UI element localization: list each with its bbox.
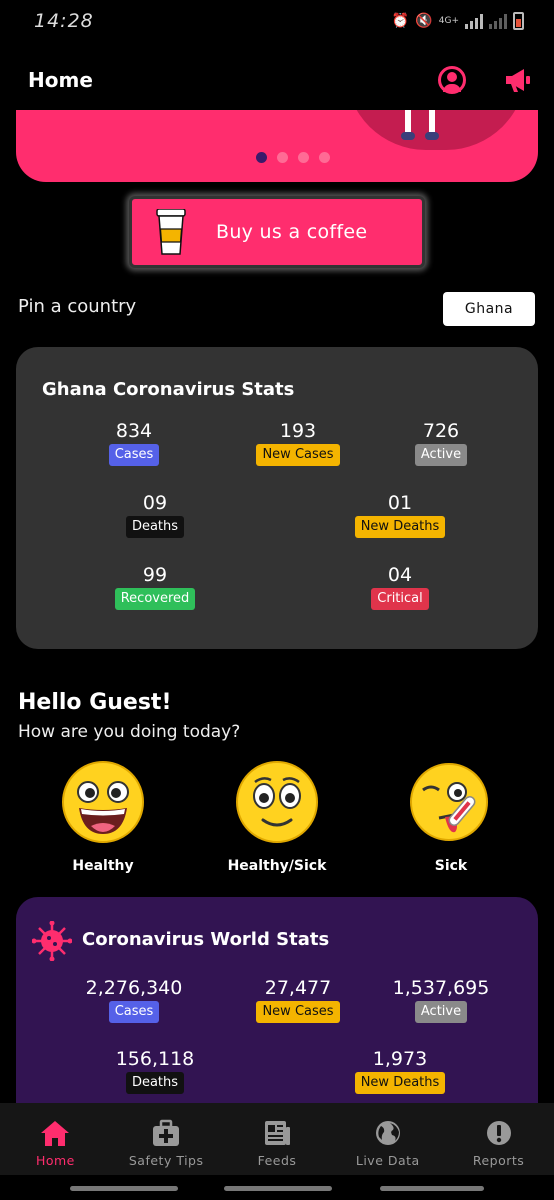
mute-icon: 🔇 — [415, 13, 433, 29]
stat-recovered: 99 Recovered — [95, 564, 215, 610]
world-stat-new-cases: 27,477 New Cases — [238, 977, 358, 1023]
country-stats-title: Ghana Coronavirus Stats — [42, 379, 295, 400]
stat-active: 726 Active — [381, 420, 501, 466]
nav-feeds[interactable]: Feeds — [222, 1103, 333, 1175]
banner-figure — [401, 110, 441, 140]
world-stats-title: Coronavirus World Stats — [82, 929, 330, 950]
carousel-dots — [256, 152, 330, 163]
stat-cases: 834 Cases — [74, 420, 194, 466]
banner-carousel[interactable] — [16, 110, 538, 182]
stat-value: 1,973 — [372, 1048, 428, 1070]
stat-value: 2,276,340 — [85, 977, 183, 999]
laughing-face-icon — [62, 761, 144, 843]
app-bar: Home — [0, 56, 554, 106]
nav-label: Live Data — [355, 1153, 420, 1168]
stat-deaths: 09 Deaths — [95, 492, 215, 538]
buy-coffee-label: Buy us a coffee — [216, 221, 368, 243]
world-stat-new-deaths: 1,973 New Deaths — [340, 1048, 460, 1094]
home-icon — [41, 1121, 70, 1146]
system-nav-home[interactable] — [224, 1186, 332, 1191]
status-time: 14:28 — [34, 10, 94, 32]
nav-label: Reports — [472, 1153, 525, 1168]
nav-label: Home — [35, 1153, 75, 1168]
signal-icon — [465, 13, 483, 29]
world-stat-deaths: 156,118 Deaths — [95, 1048, 215, 1094]
stat-badge: New Deaths — [354, 1072, 446, 1094]
newspaper-icon — [264, 1121, 290, 1145]
stat-critical: 04 Critical — [340, 564, 460, 610]
status-bar: 14:28 ⏰ 🔇 4G+ — [0, 0, 554, 44]
nav-safety-tips[interactable]: Safety Tips — [111, 1103, 222, 1175]
stat-value: 156,118 — [115, 1048, 195, 1070]
profile-icon[interactable] — [438, 66, 466, 94]
stat-badge: Cases — [108, 444, 160, 466]
stat-badge: New Cases — [256, 444, 340, 466]
carousel-dot[interactable] — [256, 152, 267, 163]
buy-coffee-button[interactable]: Buy us a coffee — [129, 196, 425, 268]
coffee-cup-icon — [156, 209, 186, 255]
stat-value: 04 — [387, 564, 413, 586]
mood-label: Sick — [434, 858, 468, 874]
nav-reports[interactable]: Reports — [443, 1103, 554, 1175]
stat-badge: Recovered — [114, 588, 196, 610]
stat-badge: Active — [414, 1001, 468, 1023]
mood-healthy-sick-button[interactable]: Healthy/Sick — [207, 760, 347, 874]
stat-value: 834 — [115, 420, 153, 442]
stat-badge: Deaths — [125, 1072, 185, 1094]
mood-label: Healthy/Sick — [227, 858, 327, 874]
battery-icon — [513, 12, 524, 30]
signal-2-icon — [489, 13, 507, 29]
first-aid-icon — [153, 1119, 180, 1146]
carousel-dot[interactable] — [319, 152, 330, 163]
globe-icon — [375, 1121, 400, 1145]
stat-badge: Deaths — [125, 516, 185, 538]
world-stats-card: Coronavirus World Stats 2,276,340 Cases … — [16, 897, 538, 1117]
nav-home[interactable]: Home — [0, 1103, 111, 1175]
mood-sick-button[interactable]: Sick — [381, 760, 521, 874]
stat-value: 27,477 — [264, 977, 332, 999]
world-stat-cases: 2,276,340 Cases — [74, 977, 194, 1023]
alert-icon — [486, 1121, 511, 1145]
network-type: 4G+ — [438, 16, 459, 26]
carousel-dot[interactable] — [277, 152, 288, 163]
stat-badge: New Cases — [256, 1001, 340, 1023]
pin-country-label: Pin a country — [18, 296, 137, 317]
mood-healthy-button[interactable]: Healthy — [33, 760, 173, 874]
virus-icon — [32, 921, 72, 961]
smiling-face-icon — [236, 761, 318, 843]
megaphone-icon[interactable] — [502, 66, 532, 94]
system-nav-recent[interactable] — [70, 1186, 178, 1191]
stat-badge: Active — [414, 444, 468, 466]
stat-new-cases: 193 New Cases — [238, 420, 358, 466]
bottom-navigation: Home Safety Tips Feeds Live Data Reports — [0, 1103, 554, 1175]
greeting-title: Hello Guest! — [18, 690, 172, 715]
stat-value: 09 — [142, 492, 168, 514]
nav-label: Feeds — [257, 1153, 297, 1168]
stat-value: 99 — [142, 564, 168, 586]
stat-badge: New Deaths — [354, 516, 446, 538]
stat-value: 01 — [387, 492, 413, 514]
greeting-subtitle: How are you doing today? — [18, 722, 241, 742]
world-stat-active: 1,537,695 Active — [381, 977, 501, 1023]
carousel-dot[interactable] — [298, 152, 309, 163]
country-stats-card: Ghana Coronavirus Stats 834 Cases 193 Ne… — [16, 347, 538, 649]
nav-live-data[interactable]: Live Data — [332, 1103, 443, 1175]
system-nav-back[interactable] — [380, 1186, 484, 1191]
stat-value: 1,537,695 — [392, 977, 490, 999]
nav-label: Safety Tips — [128, 1153, 204, 1168]
stat-badge: Cases — [108, 1001, 160, 1023]
status-icons: ⏰ 🔇 4G+ — [392, 12, 524, 30]
alarm-icon: ⏰ — [391, 13, 410, 29]
stat-badge: Critical — [371, 588, 429, 610]
page-title: Home — [28, 68, 93, 92]
stat-new-deaths: 01 New Deaths — [340, 492, 460, 538]
country-select[interactable]: Ghana — [443, 292, 535, 326]
stat-value: 726 — [422, 420, 460, 442]
mood-label: Healthy — [72, 858, 134, 874]
stat-value: 193 — [279, 420, 317, 442]
sick-face-thermometer-icon — [410, 763, 488, 841]
